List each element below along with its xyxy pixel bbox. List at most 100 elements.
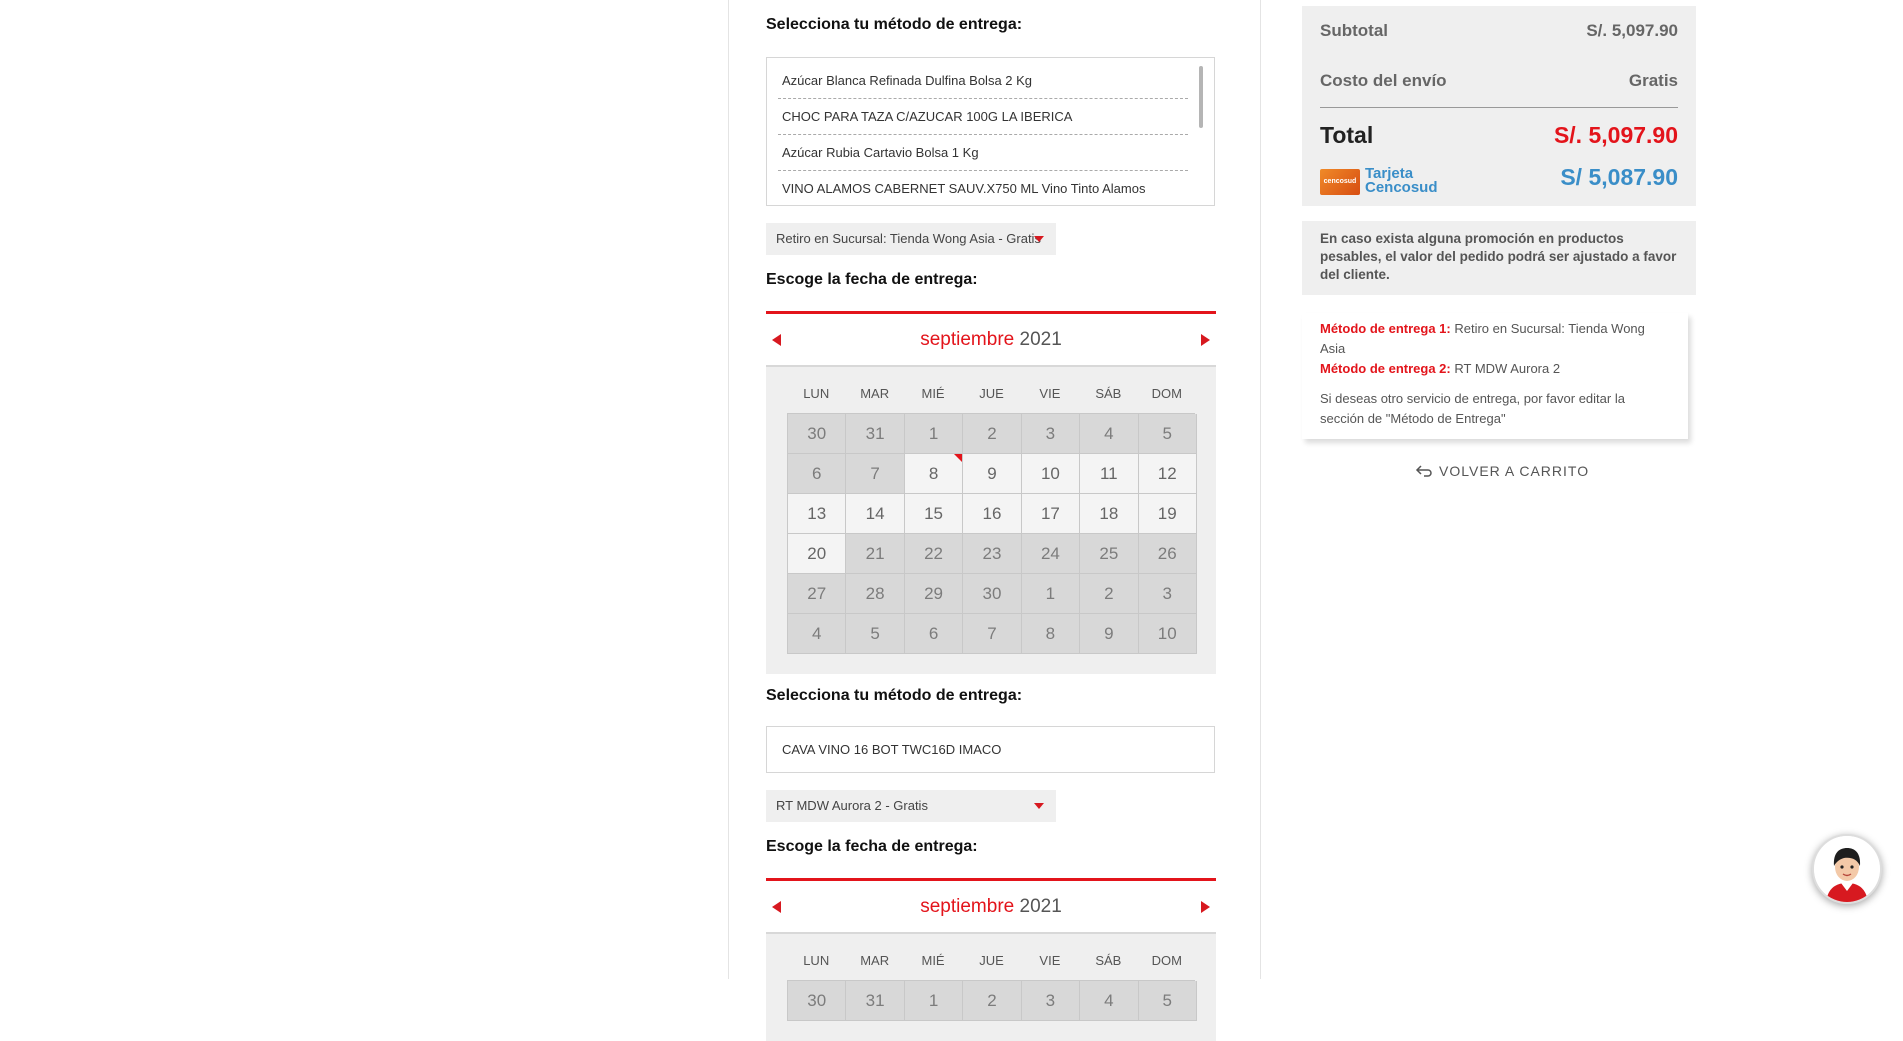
weekday-label: LUN <box>803 386 830 401</box>
summary-divider <box>1320 107 1678 108</box>
product-item: CHOC PARA TAZA C/AZUCAR 100G LA IBERICA <box>778 99 1188 135</box>
calendar-day[interactable]: 13 <box>788 494 847 534</box>
calendar-day-number: 6 <box>811 464 822 483</box>
calendar-day: 23 <box>963 534 1022 574</box>
delivery-method-select-value: Retiro en Sucursal: Tienda Wong Asia - G… <box>776 231 1041 246</box>
delivery-methods-summary: Método de entrega 1: Retiro en Sucursal:… <box>1302 313 1688 439</box>
calendar-day[interactable]: 8 <box>904 454 964 494</box>
return-arrow-icon <box>1415 465 1432 477</box>
calendar-day-number: 24 <box>1040 544 1060 563</box>
calendar-day-number: 5 <box>1162 991 1172 1010</box>
methods-note: Si deseas otro servicio de entrega, por … <box>1320 391 1625 426</box>
calendar-day: 8 <box>1021 614 1081 654</box>
calendar-day: 24 <box>1021 534 1081 574</box>
calendar-day-number: 30 <box>807 424 827 443</box>
calendar-day-number: 30 <box>982 584 1002 603</box>
calendar-day: 6 <box>788 454 847 494</box>
calendar-day-number: 17 <box>1040 504 1060 523</box>
calendar-day-number: 9 <box>987 464 997 483</box>
calendar-day-number: 30 <box>807 991 827 1010</box>
product-item: CAVA VINO 16 BOT TWC16D IMACO <box>782 742 1002 757</box>
calendar-day-number: 9 <box>1104 624 1114 643</box>
total-value: S/. 5,097.90 <box>1553 122 1678 148</box>
calendar-year: 2021 <box>1019 329 1062 350</box>
calendar-day[interactable]: 12 <box>1138 454 1197 494</box>
delivery-method-select-2[interactable]: RT MDW Aurora 2 - Gratis <box>766 790 1056 822</box>
subtotal-value: S/. 5,097.90 <box>1586 21 1678 40</box>
calendar-day-number: 4 <box>811 624 822 643</box>
calendar-day: 3 <box>1138 574 1197 614</box>
calendar-day: 5 <box>1138 414 1197 454</box>
calendar-day: 29 <box>904 574 964 614</box>
chevron-down-icon <box>1034 236 1044 242</box>
product-item: Azúcar Rubia Cartavio Bolsa 1 Kg <box>778 135 1188 171</box>
calendar-day-number: 18 <box>1099 504 1119 523</box>
calendar-grid: 30 31 1 2 3 4 5 6 7 8 9 10 11 12 13 14 15 16 17 18 19 20 21 22 2… <box>787 413 1197 654</box>
calendar-day-number: 15 <box>924 504 944 523</box>
calendar-day[interactable]: 15 <box>904 494 964 534</box>
calendar-day-number: 8 <box>1045 624 1056 643</box>
calendar-day-number: 5 <box>1162 424 1172 443</box>
delivery-calendar-1: septiembre 2021 LUN MAR MIÉ JUE VIE SÁB DOM 30… <box>766 311 1216 674</box>
calendar-day: 9 <box>1080 614 1139 654</box>
calendar-day: 30 <box>788 414 847 454</box>
weekday-label: JUE <box>979 953 1004 968</box>
method-2: Método de entrega 2: RT MDW Aurora 2 <box>1320 359 1670 379</box>
calendar-day-number: 10 <box>1040 464 1060 483</box>
calendar-day: 5 <box>846 614 905 654</box>
next-month-icon[interactable] <box>1201 334 1210 346</box>
calendar-day-number: 1 <box>1045 584 1056 603</box>
back-to-cart-label: VOLVER A CARRITO <box>1439 463 1590 479</box>
calendar-day-number: 13 <box>807 504 827 523</box>
weekday-label: JUE <box>979 386 1004 401</box>
calendar-day-number: 27 <box>807 584 827 603</box>
weekday-label: VIE <box>1039 953 1061 968</box>
product-item: VINO ALAMOS CABERNET SAUV.X750 ML Vino T… <box>778 171 1188 205</box>
delivery-date-title-2: Escoge la fecha de entrega: <box>766 838 978 855</box>
calendar-weekdays: LUN MAR MIÉ JUE VIE SÁB DOM <box>787 375 1195 413</box>
calendar-day: 31 <box>846 414 905 454</box>
weight-promo-notice: En caso exista alguna promoción en produ… <box>1302 221 1696 295</box>
shipping-label: Costo del envío <box>1320 71 1447 90</box>
calendar-month: septiembre <box>920 896 1015 917</box>
calendar-day[interactable]: 11 <box>1080 454 1139 494</box>
calendar-day: 4 <box>788 614 847 654</box>
delivery-date-title-1: Escoge la fecha de entrega: <box>766 271 978 288</box>
calendar-day: 4 <box>1080 981 1139 1021</box>
method-1: Método de entrega 1: Retiro en Sucursal:… <box>1320 319 1670 359</box>
calendar-day: 7 <box>963 614 1022 654</box>
calendar-day-number: 31 <box>865 991 885 1010</box>
weekday-label: MAR <box>860 386 890 401</box>
calendar-day[interactable]: 19 <box>1138 494 1197 534</box>
product-list-1[interactable]: Azúcar Blanca Refinada Dulfina Bolsa 2 K… <box>766 57 1215 206</box>
calendar-day[interactable]: 20 <box>788 534 847 574</box>
calendar-day[interactable]: 16 <box>963 494 1022 534</box>
product-list-scrollbar[interactable] <box>1199 66 1203 128</box>
assistant-avatar-icon <box>1814 836 1880 902</box>
calendar-day[interactable]: 14 <box>846 494 905 534</box>
chevron-down-icon <box>1034 803 1044 809</box>
calendar-year: 2021 <box>1019 896 1062 917</box>
calendar-day[interactable]: 9 <box>963 454 1022 494</box>
next-month-icon[interactable] <box>1201 901 1210 913</box>
calendar-day[interactable]: 17 <box>1021 494 1081 534</box>
calendar-day: 26 <box>1138 534 1197 574</box>
calendar-day-number: 21 <box>865 544 885 563</box>
prev-month-icon[interactable] <box>772 334 781 346</box>
calendar-day: 30 <box>963 574 1022 614</box>
delivery-method-select-1[interactable]: Retiro en Sucursal: Tienda Wong Asia - G… <box>766 223 1056 255</box>
product-list-2: CAVA VINO 16 BOT TWC16D IMACO <box>766 726 1215 773</box>
calendar-day-number: 2 <box>987 991 997 1010</box>
card-value: S/ 5,087.90 <box>1560 164 1678 190</box>
calendar-day: 2 <box>1080 574 1139 614</box>
chat-assistant-button[interactable] <box>1812 834 1882 904</box>
calendar-weekdays: LUN MAR MIÉ JUE VIE SÁB DOM <box>787 942 1195 980</box>
calendar-day: 1 <box>904 414 964 454</box>
back-to-cart-link[interactable]: VOLVER A CARRITO <box>1415 463 1589 479</box>
prev-month-icon[interactable] <box>772 901 781 913</box>
calendar-day-number: 7 <box>987 624 997 643</box>
calendar-day[interactable]: 10 <box>1021 454 1081 494</box>
weekday-label: MIÉ <box>921 953 945 968</box>
calendar-day[interactable]: 18 <box>1080 494 1139 534</box>
card-label-line2: Cencosud <box>1365 179 1438 196</box>
